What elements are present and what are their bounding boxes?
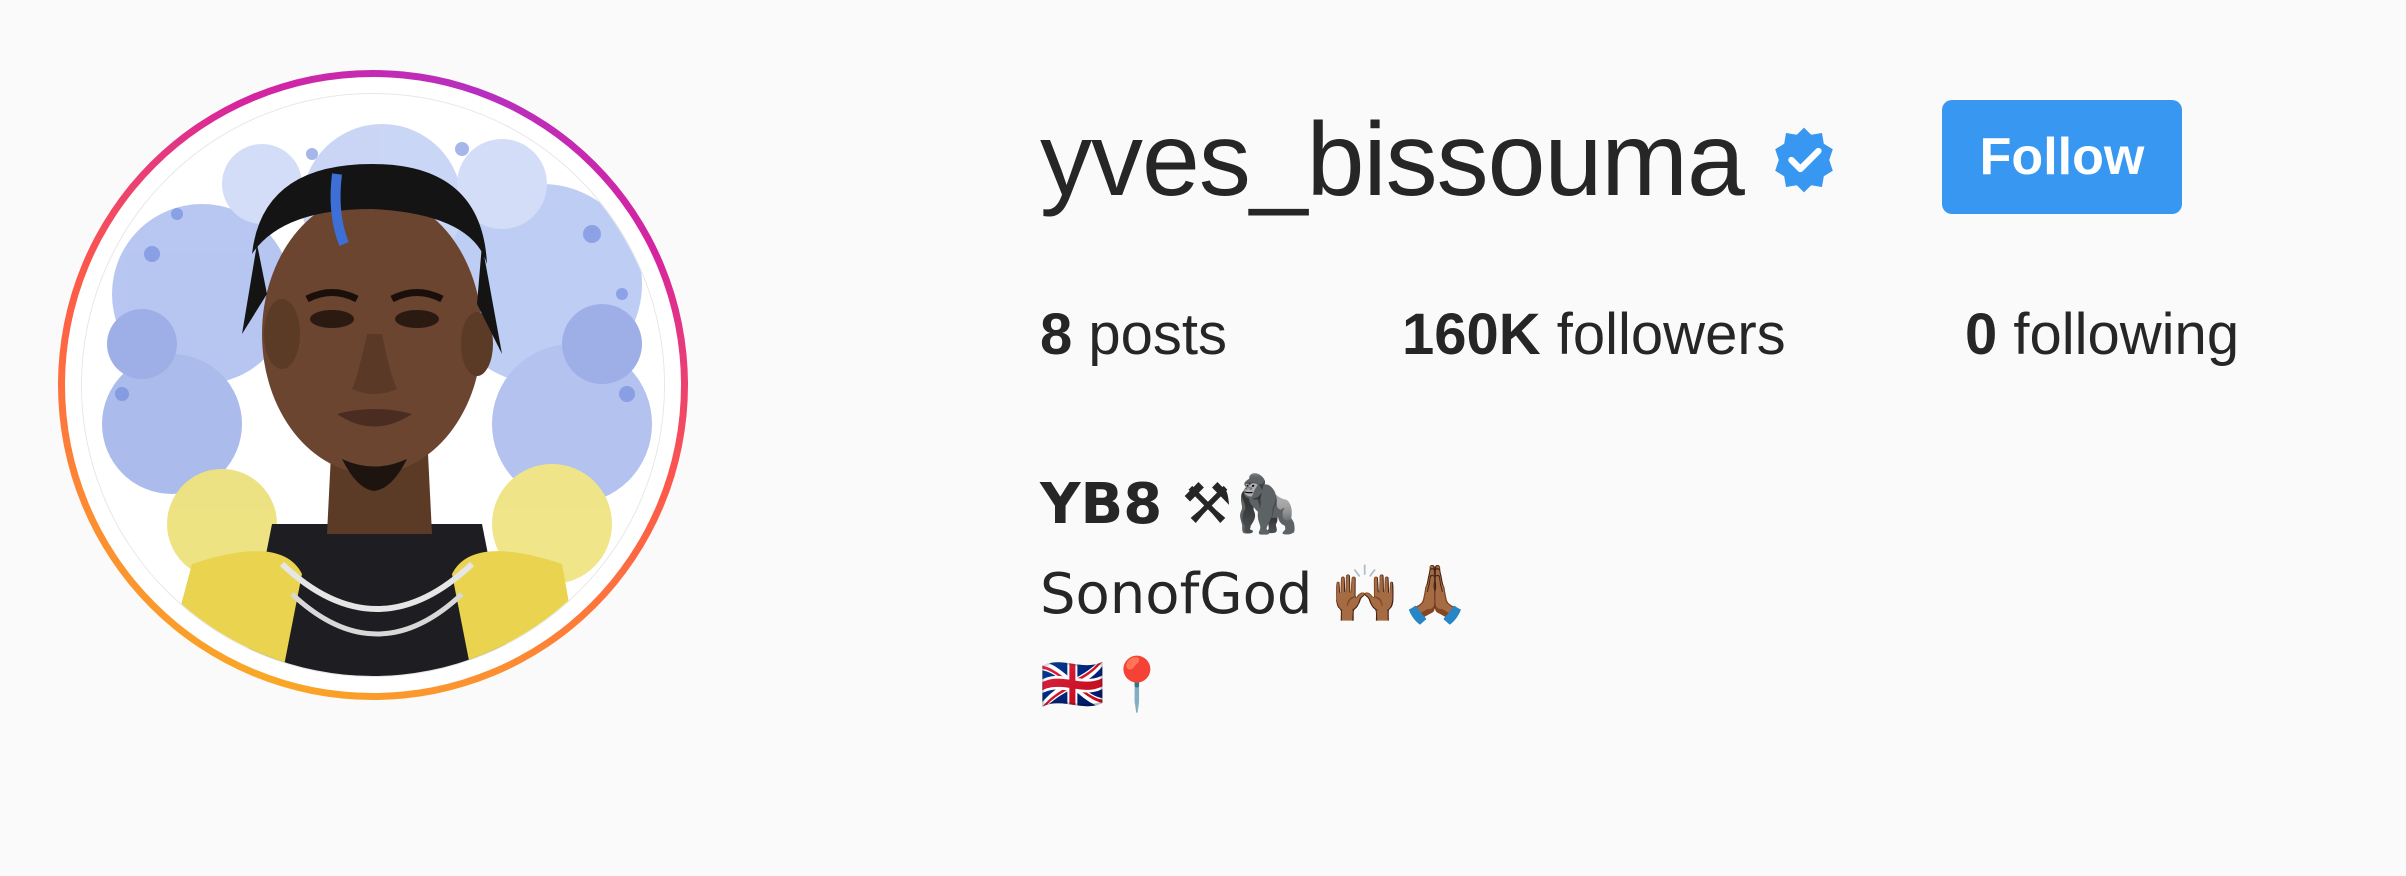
posts-label: posts bbox=[1088, 302, 1228, 367]
avatar-illustration bbox=[82, 94, 664, 676]
bio-text-line: SonofGod 🙌🏾🙏🏾 bbox=[1040, 562, 1470, 627]
profile-header: yves_bissouma Follow 8 posts 160K follow… bbox=[0, 0, 2406, 876]
stat-following[interactable]: 0 following bbox=[1965, 300, 2239, 370]
story-ring[interactable] bbox=[58, 70, 688, 700]
followers-label: followers bbox=[1556, 302, 1786, 367]
avatar-gap bbox=[65, 77, 681, 693]
followers-count: 160K bbox=[1402, 302, 1541, 367]
posts-count: 8 bbox=[1040, 302, 1073, 367]
avatar[interactable] bbox=[81, 93, 665, 677]
following-count: 0 bbox=[1965, 302, 1998, 367]
stat-posts[interactable]: 8 posts bbox=[1040, 300, 1227, 370]
profile-username: yves_bissouma bbox=[1040, 102, 1745, 218]
bio-emoji-line: 🇬🇧📍 bbox=[1040, 655, 1170, 715]
stat-followers[interactable]: 160K followers bbox=[1402, 300, 1786, 370]
bio-full-name: YB8 ⚒🦍 bbox=[1040, 472, 1302, 537]
follow-button[interactable]: Follow bbox=[1942, 100, 2182, 214]
following-label: following bbox=[2013, 302, 2240, 367]
verified-badge-icon bbox=[1775, 127, 1833, 193]
